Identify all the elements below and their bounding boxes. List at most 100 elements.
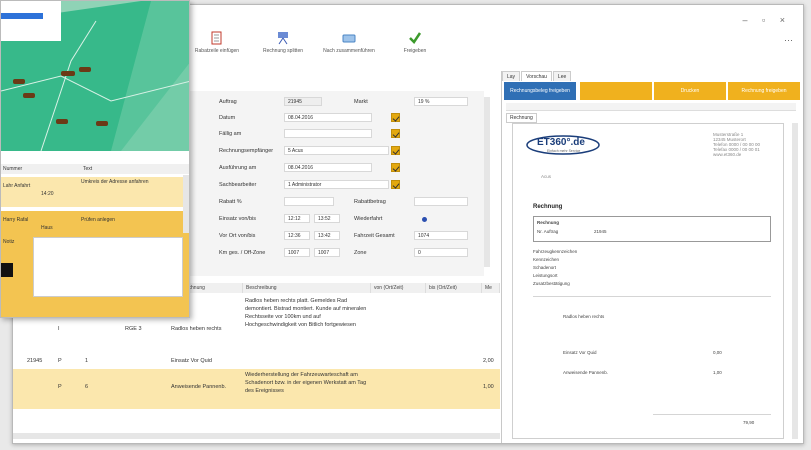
table-scrollbar[interactable] bbox=[13, 433, 500, 439]
doc-line-schadenort: Schadenort bbox=[533, 265, 557, 270]
km-to-field[interactable]: 1007 bbox=[314, 248, 340, 257]
datum-confirm-button[interactable] bbox=[391, 113, 400, 122]
split-invoice-label: Rechnung splitten bbox=[262, 48, 304, 54]
note-textarea[interactable] bbox=[33, 237, 183, 297]
doc-pos-1: Radlos heben rechts bbox=[563, 314, 605, 319]
vorort-label: Vor Ort von/bis bbox=[219, 233, 256, 239]
logo-text: ET360°.de bbox=[537, 137, 585, 148]
faellig-confirm-button[interactable] bbox=[391, 129, 400, 138]
box-rechnung-label: Rechnung bbox=[537, 220, 559, 225]
logo-tagline: Einfach mehr Service bbox=[547, 149, 581, 153]
einsatz-to-field[interactable]: 13:52 bbox=[314, 214, 340, 223]
row3-desc: Wiederherstellung der Fahrzeuwarteschaft… bbox=[245, 372, 367, 394]
row3-c0: P bbox=[58, 384, 62, 390]
col-header-bis[interactable]: bis (Ort/Zeit) bbox=[426, 283, 482, 293]
list-col-nummer[interactable]: Nummer bbox=[1, 164, 81, 174]
faellig-label: Fällig am bbox=[219, 131, 242, 137]
ausfuehrung-field[interactable]: 08.04.2016 bbox=[284, 163, 372, 172]
box-auftrag-label: Nr. Auftrag bbox=[537, 229, 559, 234]
rabattbetrag-label: Rabattbetrag bbox=[354, 199, 386, 205]
einsatz-from-field[interactable]: 12:12 bbox=[284, 214, 310, 223]
rechnungsempf-field[interactable]: 5 Acus bbox=[284, 146, 389, 155]
invoice-form: Auftrag 21945 Markt 19 % Datum 08.04.201… bbox=[184, 91, 490, 276]
datum-label: Datum bbox=[219, 115, 236, 121]
insert-discount-line-button[interactable]: Rabatzeile einfügen bbox=[188, 31, 246, 67]
ribbon-toolbar: Rabatzeile einfügen Rechnung splitten Na… bbox=[188, 31, 444, 67]
note-panel: Notiz bbox=[1, 233, 189, 317]
more-options-icon[interactable]: ⋯ bbox=[784, 35, 793, 46]
map-window: Nummer Text Lahr Anfahrt Umkreis der Adr… bbox=[0, 0, 190, 318]
map-list-row-2[interactable]: Harry Rafal Prüfen anlegen Haus bbox=[1, 211, 183, 233]
checkmark-icon bbox=[409, 32, 422, 44]
row2-b: Prüfen anlegen bbox=[81, 217, 115, 223]
map-list-row-1[interactable]: Lahr Anfahrt Umkreis der Adresse anfahre… bbox=[1, 177, 183, 207]
release-receipt-button[interactable]: Rechnungsbeleg freigeben bbox=[504, 82, 576, 100]
km-from-field[interactable]: 1007 bbox=[284, 248, 310, 257]
ausfuehrung-confirm-button[interactable] bbox=[391, 163, 400, 172]
split-invoice-button[interactable]: Rechnung splitten bbox=[254, 31, 312, 67]
doc-amount-1: 0,00 bbox=[713, 350, 722, 355]
markt-label: Markt bbox=[354, 99, 368, 105]
invoice-document: ET360°.de Einfach mehr Service Musterstr… bbox=[512, 123, 784, 439]
split-icon bbox=[278, 32, 288, 45]
tab-lee[interactable]: Lee bbox=[552, 71, 572, 81]
doc-line-leistungsort: Leistungsort bbox=[533, 273, 558, 278]
window-controls[interactable]: – ▫ × bbox=[743, 15, 791, 25]
row2-c0: 21945 bbox=[27, 358, 43, 364]
row1-c0: I bbox=[58, 326, 60, 332]
doc-total-divider bbox=[653, 414, 771, 415]
fahrzeit-label: Fahrzeit Gesamt bbox=[354, 233, 395, 239]
map-list-scrollbar[interactable] bbox=[183, 175, 189, 233]
tab-vorschau[interactable]: Vorschau bbox=[521, 71, 552, 81]
rechnungsempf-button[interactable] bbox=[391, 146, 400, 155]
map-list-header: Nummer Text bbox=[1, 164, 189, 174]
zone-field[interactable]: 0 bbox=[414, 248, 468, 257]
col-header-beschreibung[interactable]: Beschreibung bbox=[243, 283, 371, 293]
blank-action-button[interactable] bbox=[580, 82, 652, 100]
preview-toolbar[interactable] bbox=[506, 103, 796, 111]
ausfuehrung-label: Ausführung am bbox=[219, 165, 257, 171]
auftrag-field[interactable]: 21945 bbox=[284, 97, 322, 106]
col-header-von[interactable]: von (Ort/Zeit) bbox=[371, 283, 426, 293]
tab-lay[interactable]: Lay bbox=[502, 71, 521, 81]
fahrzeit-field[interactable]: 1074 bbox=[414, 231, 468, 240]
map-view[interactable] bbox=[1, 1, 190, 151]
einsatz-label: Einsatz von/bis bbox=[219, 216, 256, 222]
release-invoice-button[interactable]: Rechnung freigeben bbox=[728, 82, 800, 100]
sender-address: Musterstraße 1 12345 Musterort Telefon 000… bbox=[713, 132, 761, 157]
preview-tabs: Lay Vorschau Lee bbox=[502, 71, 572, 81]
sachbearbeiter-button[interactable] bbox=[391, 180, 400, 189]
vorort-from-field[interactable]: 12:36 bbox=[284, 231, 310, 240]
vorort-to-field[interactable]: 13:42 bbox=[314, 231, 340, 240]
merge-button[interactable]: Nach zusammenführen bbox=[320, 31, 378, 67]
preview-scrollbar[interactable] bbox=[792, 123, 798, 439]
col-header-menge[interactable]: Me bbox=[482, 283, 500, 293]
doc-amount-2: 1,00 bbox=[713, 370, 722, 375]
doc-line-kennzeichen: Fahrzeugkennzeichen bbox=[533, 249, 578, 254]
row1-c2: Radlos heben rechts bbox=[171, 326, 222, 332]
vat-select[interactable]: 19 % bbox=[414, 97, 468, 106]
truck-icon[interactable] bbox=[1, 263, 13, 277]
wiederfahrt-radio[interactable] bbox=[422, 217, 427, 222]
invoice-header-box: Rechnung Nr. Auftrag 21945 bbox=[533, 216, 771, 242]
datum-field[interactable]: 08.04.2016 bbox=[284, 113, 372, 122]
recipient-address: Acus bbox=[541, 174, 552, 179]
form-scrollbar[interactable] bbox=[484, 97, 490, 267]
sachbearbeiter-field[interactable]: 1 Administrator bbox=[284, 180, 389, 189]
rabatt-field[interactable] bbox=[284, 197, 334, 206]
subtab-rechnung[interactable]: Rechnung bbox=[506, 113, 537, 123]
list-col-text[interactable]: Text bbox=[81, 164, 94, 174]
doc-pos-2: Einsatz Vor Quid bbox=[563, 350, 597, 355]
release-invoice-label: Rechnung freigeben bbox=[741, 88, 787, 94]
document-edit-icon bbox=[211, 31, 222, 45]
row1-c1: RGE 3 bbox=[125, 326, 142, 332]
print-button[interactable]: Drucken bbox=[654, 82, 726, 100]
zone-label: Zone bbox=[354, 250, 367, 256]
faellig-field[interactable] bbox=[284, 129, 372, 138]
rabattbetrag-field[interactable] bbox=[414, 197, 468, 206]
row2-c2: 1 bbox=[85, 358, 89, 364]
row1-desc: Radlos heben rechts platt. Gemeldes Rad … bbox=[245, 298, 367, 328]
row2-c1: P bbox=[58, 358, 62, 364]
row2-a: Harry Rafal bbox=[3, 217, 29, 223]
release-button[interactable]: Freigeben bbox=[386, 31, 444, 67]
